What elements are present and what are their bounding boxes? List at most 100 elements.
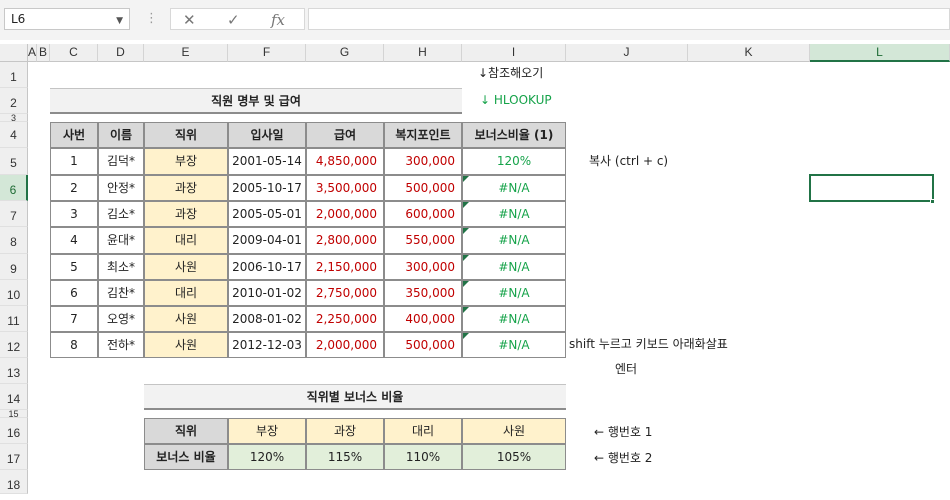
row-header-13[interactable]: 13 [0,358,28,384]
cell-welfare-points[interactable]: 500,000 [384,175,462,201]
header-position[interactable]: 직위 [144,122,228,148]
selected-cell-l6[interactable] [809,174,934,202]
chevron-down-icon[interactable]: ▼ [116,13,123,29]
cell-name[interactable]: 김덕* [98,148,144,175]
bonus-rate-2[interactable]: 115% [306,444,384,470]
bonus-position-2[interactable]: 과장 [306,418,384,444]
bonus-header-position[interactable]: 직위 [144,418,228,444]
cell-bonus-rate[interactable]: #N/A [462,254,566,280]
cell-hire-date[interactable]: 2010-01-02 [228,280,306,306]
column-header-l[interactable]: L [810,44,950,62]
cell-salary[interactable]: 2,800,000 [306,227,384,254]
cell-bonus-rate[interactable]: #N/A [462,227,566,254]
row-header-12[interactable]: 12 [0,332,28,358]
error-indicator-icon[interactable] [463,228,469,234]
cell-salary[interactable]: 2,000,000 [306,332,384,358]
cell-welfare-points[interactable]: 300,000 [384,254,462,280]
cell-salary[interactable]: 3,500,000 [306,175,384,201]
column-header-f[interactable]: F [228,44,306,62]
cell-bonus-rate[interactable]: #N/A [462,280,566,306]
bonus-position-4[interactable]: 사원 [462,418,566,444]
row-header-15[interactable]: 15 [0,410,28,419]
column-header-i[interactable]: I [462,44,566,62]
cell-hire-date[interactable]: 2001-05-14 [228,148,306,175]
cell-welfare-points[interactable]: 600,000 [384,201,462,227]
more-options-icon[interactable]: ⋮ [145,11,158,26]
row-header-3[interactable]: 3 [0,114,28,123]
row-header-16[interactable]: 16 [0,418,28,444]
error-indicator-icon[interactable] [463,255,469,261]
cell-welfare-points[interactable]: 500,000 [384,332,462,358]
row-header-2[interactable]: 2 [0,88,28,114]
error-indicator-icon[interactable] [463,176,469,182]
bonus-header-rate[interactable]: 보너스 비율 [144,444,228,470]
cell-bonus-rate[interactable]: #N/A [462,332,566,358]
cell-position[interactable]: 대리 [144,280,228,306]
cell-name[interactable]: 윤대* [98,227,144,254]
cell-salary[interactable]: 2,750,000 [306,280,384,306]
column-header-k[interactable]: K [688,44,810,62]
row-header-10[interactable]: 10 [0,280,28,306]
row-header-7[interactable]: 7 [0,201,28,227]
header-name[interactable]: 이름 [98,122,144,148]
cell-position[interactable]: 사원 [144,306,228,332]
cell-emp-id[interactable]: 1 [50,148,98,175]
cell-position[interactable]: 대리 [144,227,228,254]
cell-position[interactable]: 과장 [144,201,228,227]
select-all-corner[interactable] [0,44,28,62]
row-header-9[interactable]: 9 [0,254,28,280]
cell-position[interactable]: 과장 [144,175,228,201]
bonus-position-3[interactable]: 대리 [384,418,462,444]
cell-hire-date[interactable]: 2005-05-01 [228,201,306,227]
row-header-5[interactable]: 5 [0,148,28,175]
insert-function-icon[interactable]: fx [271,11,285,29]
cell-bonus-rate[interactable]: #N/A [462,175,566,201]
enter-icon[interactable]: ✓ [227,11,240,29]
cell-hire-date[interactable]: 2009-04-01 [228,227,306,254]
cell-emp-id[interactable]: 3 [50,201,98,227]
row-header-18[interactable]: 18 [0,470,28,494]
cancel-icon[interactable]: ✕ [183,11,196,29]
row-header-4[interactable]: 4 [0,122,28,148]
cell-salary[interactable]: 2,150,000 [306,254,384,280]
bonus-rate-1[interactable]: 120% [228,444,306,470]
bonus-position-1[interactable]: 부장 [228,418,306,444]
cell-name[interactable]: 김소* [98,201,144,227]
error-indicator-icon[interactable] [463,202,469,208]
row-header-14[interactable]: 14 [0,384,28,410]
error-indicator-icon[interactable] [463,281,469,287]
cell-name[interactable]: 오영* [98,306,144,332]
column-header-j[interactable]: J [566,44,688,62]
cell-emp-id[interactable]: 6 [50,280,98,306]
row-header-17[interactable]: 17 [0,444,28,470]
error-indicator-icon[interactable] [463,307,469,313]
row-header-8[interactable]: 8 [0,227,28,254]
bonus-rate-3[interactable]: 110% [384,444,462,470]
cell-welfare-points[interactable]: 550,000 [384,227,462,254]
cell-emp-id[interactable]: 7 [50,306,98,332]
cell-position[interactable]: 사원 [144,332,228,358]
cell-position[interactable]: 사원 [144,254,228,280]
column-header-c[interactable]: C [50,44,98,62]
formula-input[interactable] [308,8,950,30]
cell-emp-id[interactable]: 2 [50,175,98,201]
cell-welfare-points[interactable]: 400,000 [384,306,462,332]
cell-hire-date[interactable]: 2012-12-03 [228,332,306,358]
cell-name[interactable]: 전하* [98,332,144,358]
cell-name[interactable]: 최소* [98,254,144,280]
row-header-6[interactable]: 6 [0,175,28,201]
row-header-1[interactable]: 1 [0,62,28,88]
cell-bonus-rate[interactable]: 120% [462,148,566,175]
column-header-b[interactable]: B [37,44,50,62]
cell-hire-date[interactable]: 2008-01-02 [228,306,306,332]
column-header-d[interactable]: D [98,44,144,62]
cell-welfare-points[interactable]: 350,000 [384,280,462,306]
cell-name[interactable]: 김찬* [98,280,144,306]
header-emp-id[interactable]: 사번 [50,122,98,148]
error-indicator-icon[interactable] [463,333,469,339]
fill-handle[interactable] [930,199,935,204]
cell-salary[interactable]: 2,250,000 [306,306,384,332]
header-welfare-points[interactable]: 복지포인트 [384,122,462,148]
column-header-g[interactable]: G [306,44,384,62]
cell-emp-id[interactable]: 5 [50,254,98,280]
